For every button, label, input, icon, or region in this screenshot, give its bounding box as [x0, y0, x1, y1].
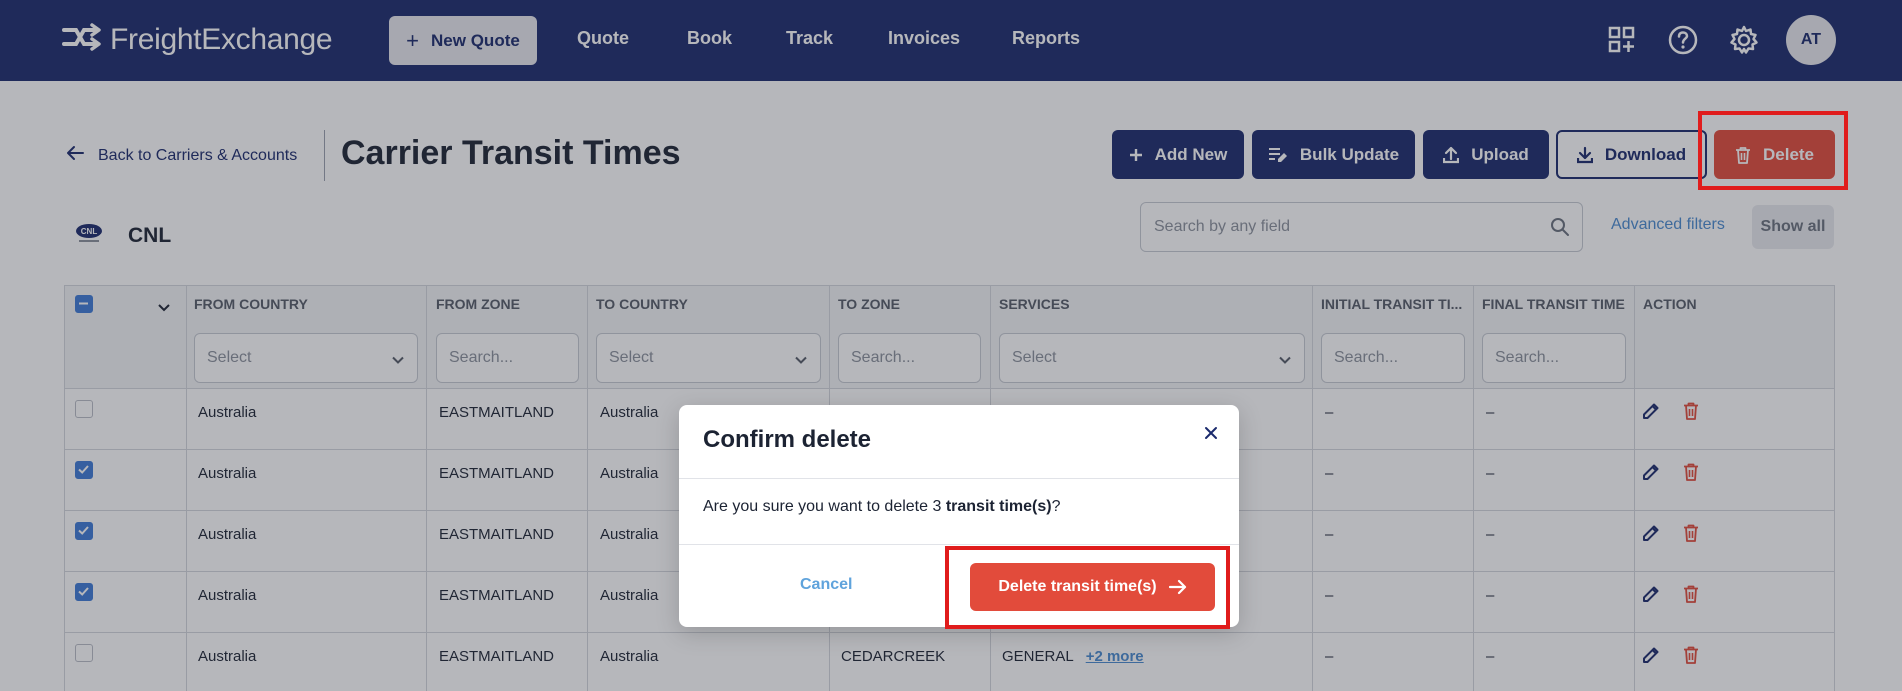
close-icon[interactable] [1203, 425, 1219, 446]
confirm-button-highlight [945, 546, 1230, 629]
dialog-message-prefix: Are you sure you want to delete 3 [703, 498, 946, 515]
dialog-divider [679, 478, 1239, 479]
dialog-divider [679, 544, 1239, 545]
confirm-delete-dialog: Confirm delete Are you sure you want to … [679, 405, 1239, 629]
cancel-button[interactable]: Cancel [800, 576, 852, 594]
dialog-message-suffix: ? [1051, 498, 1061, 515]
dialog-title: Confirm delete [703, 426, 872, 453]
dialog-message-bold: transit time(s) [945, 498, 1052, 515]
delete-button-highlight [1698, 111, 1848, 190]
dialog-message: Are you sure you want to delete 3 transi… [703, 498, 1061, 516]
